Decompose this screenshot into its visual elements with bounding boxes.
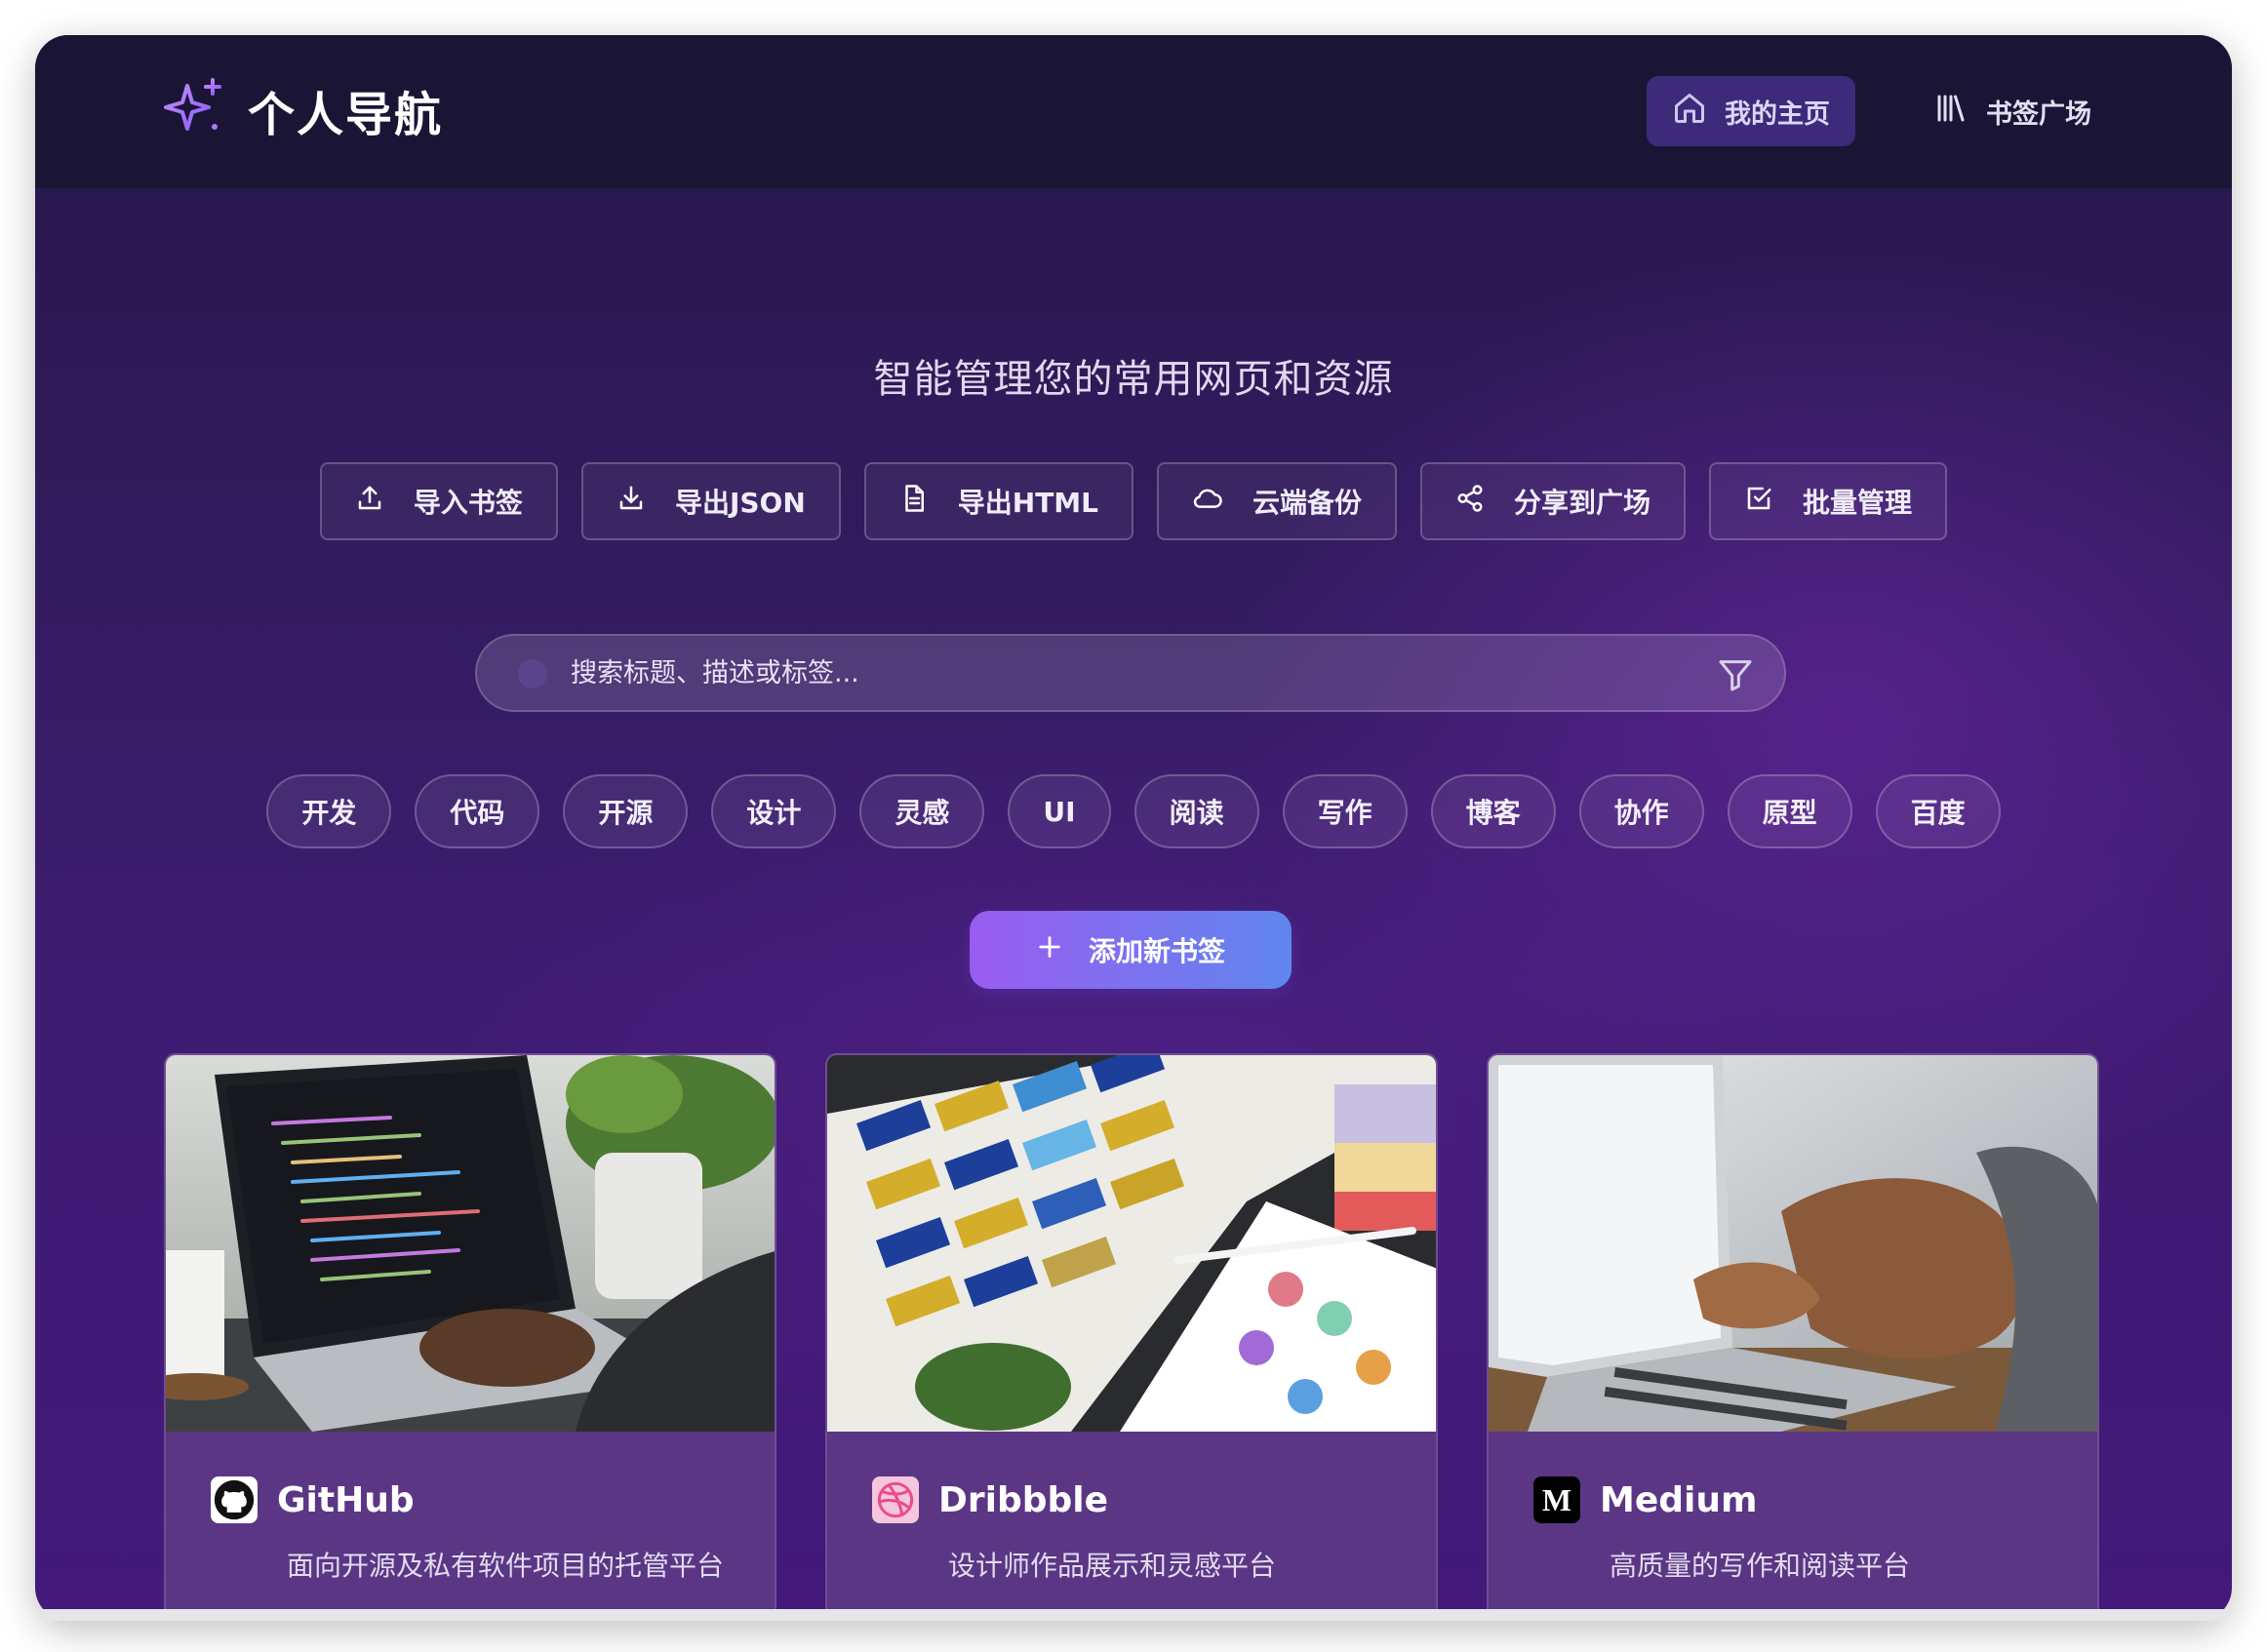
batch-label: 批量管理 — [1803, 487, 1913, 519]
tag-chip[interactable]: 开源 — [563, 774, 689, 848]
nav-square-label: 书签广场 — [1986, 98, 2091, 130]
export-json-label: 导出JSON — [674, 487, 806, 519]
tag-chip[interactable]: 开发 — [266, 774, 392, 848]
card-thumbnail — [1489, 1055, 2097, 1432]
dribbble-icon — [872, 1476, 919, 1523]
tag-chip[interactable]: 灵感 — [859, 774, 985, 848]
search-bar — [475, 634, 1786, 712]
card-title: GitHub — [277, 1479, 415, 1520]
top-navbar: 个人导航 我的主页 书签广场 — [35, 35, 2232, 189]
card-description: 设计师作品展示和灵感平台 — [948, 1550, 1277, 1582]
share-to-square-button[interactable]: 分享到广场 — [1420, 462, 1687, 540]
nav-home-button[interactable]: 我的主页 — [1647, 76, 1855, 146]
import-label: 导入书签 — [413, 487, 523, 519]
medium-icon: M — [1533, 1476, 1580, 1523]
card-description: 面向开源及私有软件项目的托管平台 — [287, 1550, 725, 1582]
check-square-icon — [1744, 484, 1773, 520]
card-thumbnail — [827, 1055, 1436, 1432]
cloud-icon — [1192, 484, 1223, 520]
nav-home-label: 我的主页 — [1725, 98, 1830, 130]
import-bookmarks-button[interactable]: 导入书签 — [319, 462, 558, 540]
app-title: 个人导航 — [248, 88, 444, 142]
home-icon — [1672, 91, 1707, 133]
library-icon — [1933, 91, 1969, 133]
cloud-backup-button[interactable]: 云端备份 — [1157, 462, 1398, 540]
cloud-backup-label: 云端备份 — [1253, 487, 1363, 519]
share-label: 分享到广场 — [1514, 487, 1651, 519]
card-description: 高质量的写作和阅读平台 — [1610, 1550, 1911, 1582]
tag-chip[interactable]: 博客 — [1430, 774, 1556, 848]
export-json-button[interactable]: 导出JSON — [580, 462, 841, 540]
card-header: Dribbble — [872, 1476, 1389, 1523]
nav-bookmark-square-button[interactable]: 书签广场 — [1908, 76, 2117, 146]
download-icon — [616, 484, 646, 520]
card-title: Medium — [1600, 1479, 1758, 1520]
add-bookmark-label: 添加新书签 — [1088, 935, 1225, 967]
card-title: Dribbble — [938, 1479, 1109, 1520]
tag-chip[interactable]: 阅读 — [1134, 774, 1259, 848]
card-body: GitHub 面向开源及私有软件项目的托管平台 — [166, 1432, 775, 1584]
tag-chip[interactable]: 百度 — [1875, 774, 2001, 848]
medium-logo-text: M — [1541, 1481, 1572, 1517]
horizontal-scrollbar[interactable] — [35, 1609, 2232, 1621]
brand[interactable]: 个人导航 — [162, 76, 443, 144]
sparkles-icon — [162, 76, 226, 144]
bookmark-card-github[interactable]: GitHub 面向开源及私有软件项目的托管平台 — [164, 1053, 776, 1621]
github-icon — [211, 1476, 258, 1523]
bookmark-grid: GitHub 面向开源及私有软件项目的托管平台 Dribbble 设计师作品展示… — [164, 1053, 2099, 1621]
tag-chip[interactable]: 写作 — [1282, 774, 1408, 848]
tag-chip[interactable]: UI — [1008, 774, 1111, 848]
upload-icon — [355, 484, 384, 520]
app-window: 个人导航 我的主页 书签广场 智能管理您的常用网页和资源 导入书签 导出JSON… — [35, 35, 2232, 1621]
card-body: Dribbble 设计师作品展示和灵感平台 — [827, 1432, 1436, 1584]
tag-chip[interactable]: 代码 — [415, 774, 540, 848]
page-subtitle: 智能管理您的常用网页和资源 — [873, 357, 1394, 402]
tag-chip[interactable]: 设计 — [711, 774, 837, 848]
document-icon — [899, 484, 929, 520]
card-thumbnail — [166, 1055, 775, 1432]
bookmark-card-dribbble[interactable]: Dribbble 设计师作品展示和灵感平台 — [825, 1053, 1438, 1621]
search-icon — [518, 659, 547, 688]
card-body: M Medium 高质量的写作和阅读平台 — [1489, 1432, 2097, 1584]
tag-filter-list: 开发 代码 开源 设计 灵感 UI 阅读 写作 博客 协作 原型 百度 — [35, 774, 2232, 848]
filter-icon[interactable] — [1716, 655, 1755, 698]
tag-chip[interactable]: 原型 — [1727, 774, 1852, 848]
card-header: M Medium — [1533, 1476, 2050, 1523]
plus-icon — [1036, 933, 1063, 967]
add-bookmark-button[interactable]: 添加新书签 — [970, 911, 1292, 989]
batch-manage-button[interactable]: 批量管理 — [1709, 462, 1948, 540]
bookmark-card-medium[interactable]: M Medium 高质量的写作和阅读平台 — [1487, 1053, 2099, 1621]
export-html-button[interactable]: 导出HTML — [863, 462, 1134, 540]
action-toolbar: 导入书签 导出JSON 导出HTML 云端备份 分享到广场 批量管理 — [35, 462, 2232, 540]
tag-chip[interactable]: 协作 — [1578, 774, 1704, 848]
share-icon — [1455, 484, 1485, 520]
search-input[interactable] — [571, 657, 1644, 688]
card-header: GitHub — [211, 1476, 728, 1523]
export-html-label: 导出HTML — [957, 487, 1099, 519]
